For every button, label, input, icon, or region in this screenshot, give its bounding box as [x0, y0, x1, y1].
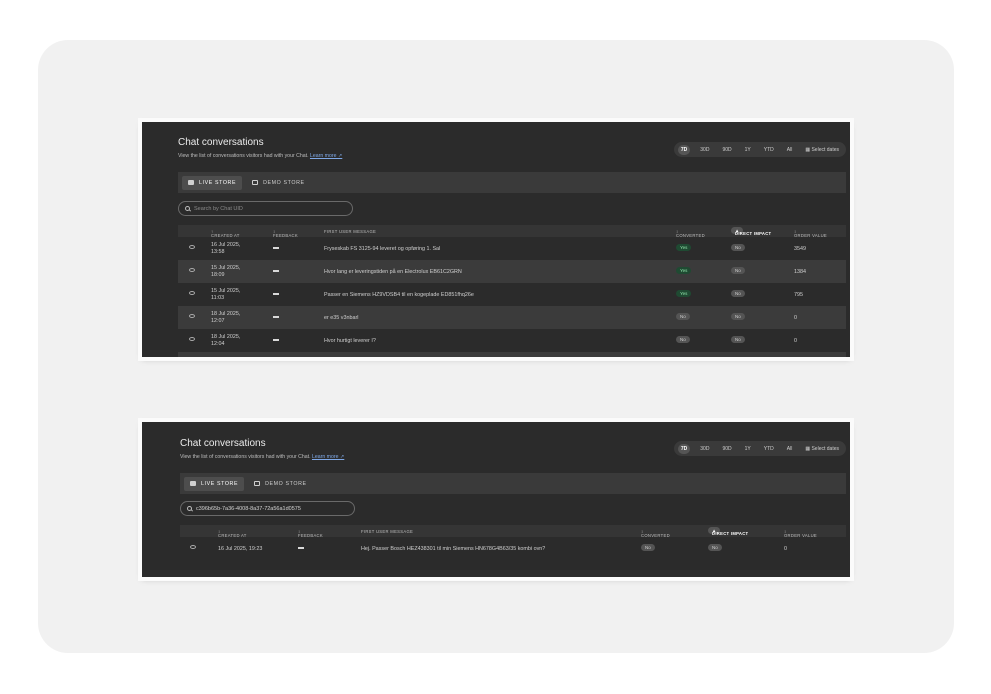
col-created-at[interactable]: CREATED AT ↑ [211, 229, 239, 238]
eye-icon[interactable] [189, 314, 195, 318]
col-order-value[interactable]: ORDER VALUE ↕ [794, 229, 827, 238]
impact-badge: No [731, 290, 745, 297]
date-range-selector: 7D 30D 90D 1Y YTD All ▦ Select dates [673, 441, 846, 456]
col-direct-impact[interactable]: DIRECT IMPACT ▲ [708, 527, 748, 536]
converted-badge: No [676, 336, 690, 343]
store-tabs: LIVE STORE DEMO STORE [180, 473, 846, 494]
eye-icon[interactable] [189, 245, 195, 249]
col-feedback[interactable]: FEEDBACK ↕ [273, 229, 298, 238]
impact-badge: No [731, 336, 745, 343]
table-header: CREATED AT ↕ FEEDBACK ↕ FIRST USER MESSA… [180, 525, 846, 538]
range-7d[interactable]: 7D [677, 443, 691, 454]
impact-badge: No [708, 544, 722, 551]
range-all[interactable]: All [784, 145, 796, 155]
tab-live-store[interactable]: LIVE STORE [184, 476, 245, 491]
converted-badge: Yes [676, 244, 692, 251]
store-icon [188, 180, 194, 185]
col-first-message: FIRST USER MESSAGE [361, 529, 414, 534]
learn-more-link[interactable]: Learn more ↗ [312, 454, 344, 460]
learn-more-link[interactable]: Learn more ↗ [310, 153, 342, 159]
range-all[interactable]: All [784, 444, 796, 454]
page-title: Chat conversations [178, 137, 264, 148]
range-30d[interactable]: 30D [697, 145, 712, 155]
col-converted[interactable]: CONVERTED ↕ [676, 229, 705, 238]
converted-badge: No [641, 544, 655, 551]
table-row[interactable]: 15 Jul 2025, 18:09 Hvor lang er levering… [178, 260, 846, 283]
date-range-selector: 7D 30D 90D 1Y YTD All ▦ Select dates [673, 142, 846, 157]
chat-conversations-panel-filtered: Chat conversations View the list of conv… [138, 418, 854, 581]
page-subtitle: View the list of conversations visitors … [180, 454, 345, 460]
store-tabs: LIVE STORE DEMO STORE [178, 172, 846, 193]
range-30d[interactable]: 30D [697, 444, 712, 454]
tab-demo-store[interactable]: DEMO STORE [248, 477, 313, 491]
tab-live-store[interactable]: LIVE STORE [182, 175, 243, 190]
search-input[interactable]: Search by Chat UID [178, 201, 353, 216]
table-row-partial [178, 352, 846, 357]
feedback-dash [273, 316, 279, 318]
range-ytd[interactable]: YTD [761, 444, 777, 454]
col-order-value[interactable]: ORDER VALUE ↕ [784, 529, 817, 538]
select-dates-button[interactable]: ▦ Select dates [802, 145, 842, 155]
range-90d[interactable]: 90D [719, 145, 734, 155]
eye-icon[interactable] [190, 545, 196, 549]
impact-badge: No [731, 267, 745, 274]
range-ytd[interactable]: YTD [761, 145, 777, 155]
range-1y[interactable]: 1Y [742, 444, 754, 454]
search-icon [185, 206, 190, 211]
col-direct-impact[interactable]: DIRECT IMPACT ▲ [731, 227, 771, 236]
monitor-icon [254, 481, 261, 486]
eye-icon[interactable] [189, 291, 195, 295]
range-1y[interactable]: 1Y [742, 145, 754, 155]
eye-icon[interactable] [189, 268, 195, 272]
converted-badge: No [676, 313, 690, 320]
search-input[interactable]: c396b65b-7a36-4008-8a37-72a56a1d0575 [180, 501, 355, 516]
search-icon [187, 506, 192, 511]
converted-badge: Yes [676, 267, 692, 274]
table-row[interactable]: 18 Jul 2025, 12:07 er e35 v3nbarl No No … [178, 306, 846, 329]
impact-badge: No [731, 313, 745, 320]
feedback-dash [298, 547, 304, 549]
table-header: CREATED AT ↑ FEEDBACK ↕ FIRST USER MESSA… [178, 225, 846, 238]
page-subtitle: View the list of conversations visitors … [178, 153, 343, 159]
table-row[interactable]: 16 Jul 2025, 13:58 Fryseskab FS 3125-94 … [178, 237, 846, 260]
monitor-icon [252, 180, 259, 185]
feedback-dash [273, 339, 279, 341]
range-7d[interactable]: 7D [677, 144, 691, 155]
col-created-at[interactable]: CREATED AT ↕ [218, 529, 246, 538]
eye-icon[interactable] [189, 337, 195, 341]
tab-demo-store[interactable]: DEMO STORE [246, 176, 311, 190]
chat-conversations-panel: Chat conversations View the list of conv… [138, 118, 854, 361]
store-icon [190, 481, 196, 486]
feedback-dash [273, 270, 279, 272]
converted-badge: Yes [676, 290, 692, 297]
select-dates-button[interactable]: ▦ Select dates [802, 444, 842, 454]
table-row[interactable]: 18 Jul 2025, 12:04 Hvor hurtigt leverer … [178, 329, 846, 352]
table-row[interactable]: 15 Jul 2025, 11:03 Passer en Siemens HZ9… [178, 283, 846, 306]
range-90d[interactable]: 90D [719, 444, 734, 454]
feedback-dash [273, 293, 279, 295]
impact-badge: No [731, 244, 745, 251]
feedback-dash [273, 247, 279, 249]
table-row[interactable]: 16 Jul 2025, 19:23 Hej. Passer Bosch HEZ… [180, 537, 846, 560]
col-converted[interactable]: CONVERTED ↕ [641, 529, 670, 538]
page-title: Chat conversations [180, 438, 266, 449]
col-feedback[interactable]: FEEDBACK ↕ [298, 529, 323, 538]
col-first-message: FIRST USER MESSAGE [324, 229, 377, 234]
